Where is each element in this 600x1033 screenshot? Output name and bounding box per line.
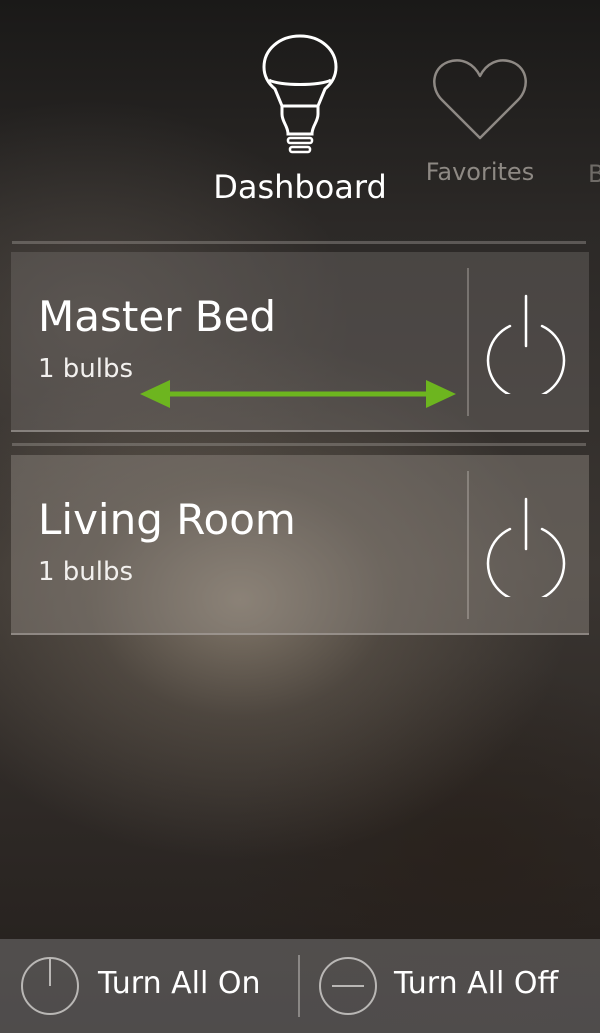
- bottom-separator: [298, 955, 300, 1017]
- turn-all-off-label: Turn All Off: [394, 966, 559, 1001]
- card-separator: [467, 268, 469, 416]
- room-name: Master Bed: [38, 292, 277, 341]
- turn-all-on-button[interactable]: Turn All On: [0, 939, 296, 1033]
- bulb-icon: [262, 34, 338, 154]
- tab-partial[interactable]: B: [588, 160, 600, 188]
- power-icon: [21, 957, 79, 1015]
- tab-dashboard-label: Dashboard: [213, 168, 387, 206]
- tab-partial-label: B: [588, 160, 600, 188]
- power-icon[interactable]: [484, 290, 568, 394]
- room-bulb-count: 1 bulbs: [38, 557, 134, 587]
- room-bulb-count: 1 bulbs: [38, 354, 134, 384]
- card-separator: [467, 471, 469, 619]
- tab-dashboard[interactable]: Dashboard: [200, 30, 400, 206]
- card-divider: [12, 241, 586, 244]
- swipe-arrow-icon: [140, 380, 456, 408]
- tab-favorites-label: Favorites: [425, 158, 535, 186]
- turn-all-off-button[interactable]: Turn All Off: [302, 939, 600, 1033]
- bottom-bar: Turn All On Turn All Off: [0, 939, 600, 1033]
- room-card-living-room[interactable]: Living Room 1 bulbs: [11, 455, 589, 635]
- tab-favorites[interactable]: Favorites: [410, 52, 550, 186]
- minus-circle-icon: [319, 957, 377, 1015]
- heart-icon: [433, 59, 527, 140]
- turn-all-on-label: Turn All On: [98, 966, 261, 1001]
- power-icon[interactable]: [484, 493, 568, 597]
- room-name: Living Room: [38, 495, 296, 544]
- card-divider: [12, 443, 586, 446]
